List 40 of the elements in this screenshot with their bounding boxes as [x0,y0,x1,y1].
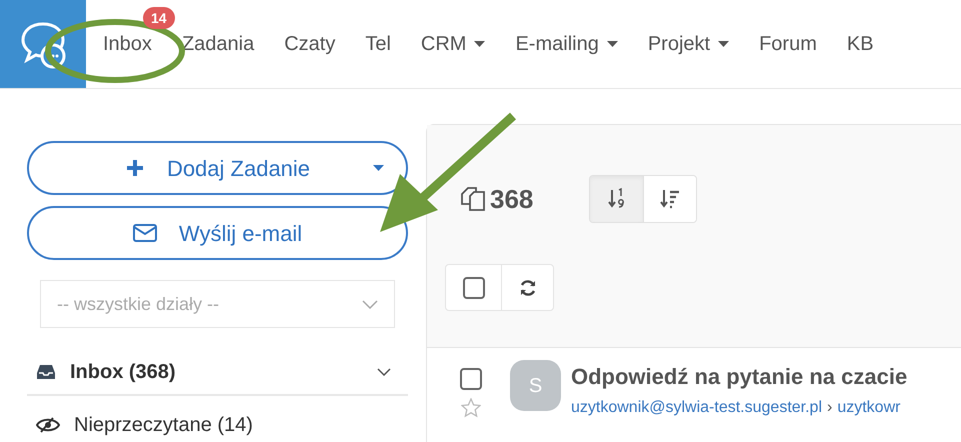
folder-label: Inbox (368) [70,360,177,385]
recipient-email-link[interactable]: uzytkowr [837,396,900,420]
app-logo[interactable] [0,0,86,88]
folder-item[interactable]: Inbox (368) [27,350,408,396]
caret-icon [373,164,384,172]
caret-icon [474,40,486,48]
nav-link[interactable]: Projekt [648,29,730,59]
checkbox[interactable] [462,276,484,298]
plus-icon [124,158,145,178]
caret-icon [718,40,730,48]
nav-link[interactable]: CRM [420,29,486,59]
message-subject[interactable]: Odpowiedź na pytanie na czacie [571,360,908,394]
eye-slash-icon [36,417,60,433]
sender-avatar: S [510,360,561,411]
nav-link[interactable]: Zadania [182,29,254,59]
sort-button[interactable] [643,176,696,222]
chevron-down-icon [362,300,378,308]
envelope-icon [132,224,157,242]
separator-chevron: › [827,398,832,418]
nav-link[interactable]: Forum [759,29,817,59]
folder-item[interactable]: Nieprzeczytane (14) [27,404,408,442]
message-count: 368 [490,182,534,216]
sender-email-link[interactable]: uzytkownik@sylwia-test.sugester.pl [571,396,822,420]
sort-numeric-icon [608,188,626,210]
sort-button[interactable] [590,176,644,222]
chevron-down-icon[interactable] [377,368,391,376]
star-icon[interactable] [461,398,481,418]
notification-badge: 14 [143,7,175,29]
nav-link[interactable]: Inbox [103,29,152,59]
nav-link[interactable]: Tel [365,29,391,59]
nav-link[interactable]: E-mailing [515,29,618,59]
copy-icon [460,186,486,212]
checkbox[interactable] [460,368,482,390]
nav-link[interactable]: Czaty [284,29,336,59]
inbox-tray-icon [36,364,56,380]
nav-link[interactable]: KB [846,29,874,59]
sort-descending-icon [660,188,680,210]
caret-icon [606,40,618,48]
refresh-icon [518,278,536,296]
folder-label: Nieprzeczytane (14) [74,413,254,438]
